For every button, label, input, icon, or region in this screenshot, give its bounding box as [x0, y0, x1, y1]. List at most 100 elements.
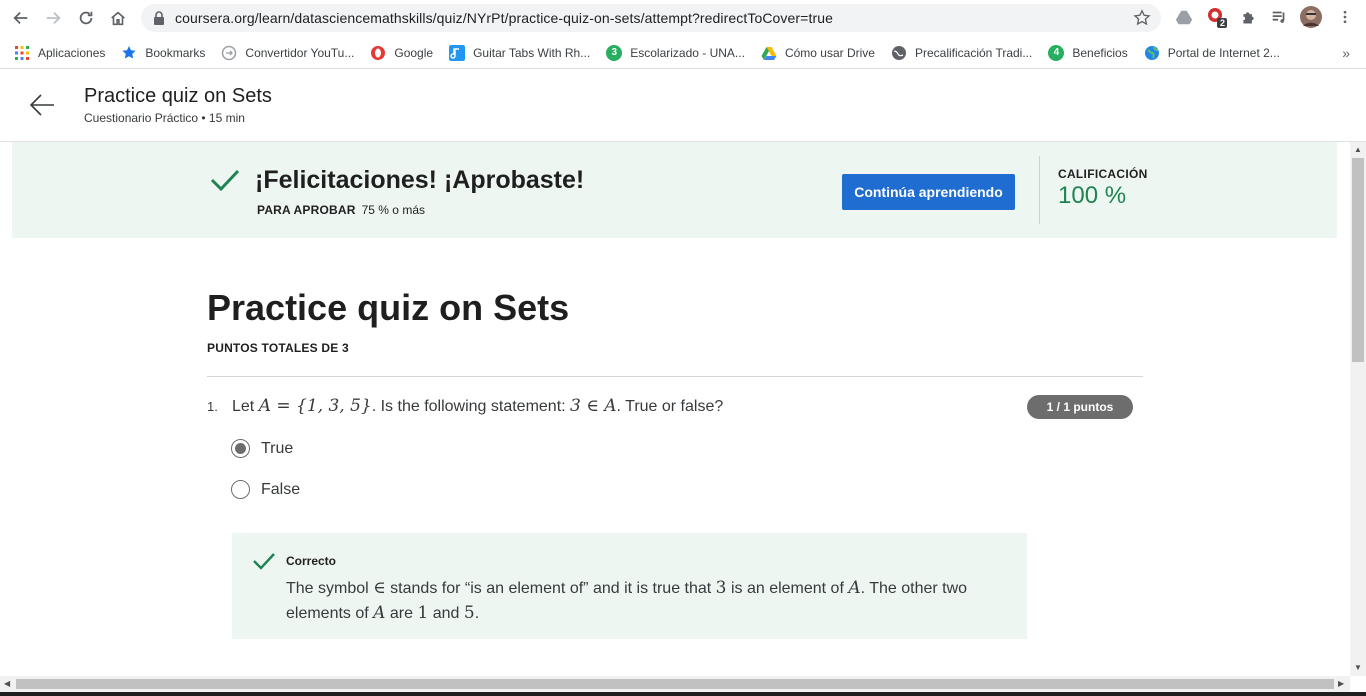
home-icon[interactable]	[102, 2, 134, 34]
question-text-part: . Is the following statement:	[371, 398, 571, 415]
bookmark-beneficios[interactable]: 4 Beneficios	[1048, 44, 1128, 61]
bookmark-label: Portal de Internet 2...	[1167, 45, 1280, 60]
star-icon	[122, 45, 136, 58]
feedback-text-part: is an element of	[726, 580, 849, 597]
bookmark-apps[interactable]: Aplicaciones	[14, 45, 105, 61]
bookmark-convertidor[interactable]: Convertidor YouTu...	[221, 45, 354, 61]
math-variable: A	[848, 578, 861, 598]
scroll-up-icon[interactable]: ▲	[1354, 145, 1362, 154]
back-icon[interactable]	[5, 2, 37, 34]
math-number: 3	[715, 578, 727, 598]
bookmark-precalificacion[interactable]: Precalificación Tradi...	[891, 45, 1032, 61]
badge-3-icon: 3	[606, 44, 623, 61]
profile-avatar[interactable]	[1300, 6, 1322, 28]
scroll-left-icon[interactable]: ◀	[4, 679, 10, 688]
taskbar-edge	[0, 692, 1366, 696]
feedback-text-part: The symbol	[286, 580, 374, 597]
option-false[interactable]: False	[231, 480, 300, 499]
option-label: False	[261, 480, 301, 498]
drive-extension-icon[interactable]	[1173, 6, 1195, 28]
media-control-icon[interactable]	[1268, 6, 1290, 28]
feedback-box: Correcto The symbol ∈ stands for “is an …	[232, 533, 1027, 639]
chrome-menu-icon[interactable]	[1334, 6, 1356, 28]
pass-requirement: PARA APROBAR 75 % o más	[257, 203, 425, 217]
extension-badge: 2	[1220, 18, 1226, 28]
scroll-right-icon[interactable]: ▶	[1338, 679, 1344, 688]
globe-icon	[891, 45, 906, 60]
bookmark-label: Beneficios	[1072, 45, 1128, 60]
earth-icon	[1144, 45, 1159, 60]
bookmarks-overflow-icon[interactable]: »	[1342, 45, 1350, 61]
horizontal-scrollbar[interactable]: ◀ ▶	[0, 676, 1350, 692]
pass-banner: ¡Felicitaciones! ¡Aprobaste! PARA APROBA…	[12, 142, 1337, 238]
vertical-scrollbar[interactable]: ▲ ▼	[1350, 142, 1366, 676]
drive-icon	[761, 46, 777, 60]
option-label: True	[261, 439, 294, 457]
item-header: Practice quiz on Sets Cuestionario Práct…	[0, 69, 1366, 142]
apps-grid-icon	[15, 45, 29, 60]
bookmark-guitar[interactable]: Guitar Tabs With Rh...	[449, 44, 591, 61]
url-host: coursera.org	[175, 10, 255, 26]
bookmark-label: Guitar Tabs With Rh...	[473, 45, 591, 60]
bookmark-label: Cómo usar Drive	[784, 45, 875, 60]
pass-value: 75 % o más	[361, 203, 425, 217]
scrollbar-thumb[interactable]	[16, 679, 1334, 689]
points-badge: 1 / 1 puntos	[1027, 395, 1133, 419]
main-content: ¡Felicitaciones! ¡Aprobaste! PARA APROBA…	[0, 142, 1350, 676]
math-number: 5	[463, 603, 475, 623]
check-icon	[253, 553, 275, 570]
feedback-title: Correcto	[286, 554, 337, 568]
bookmark-label: Escolarizado - UNA...	[630, 45, 745, 60]
bookmark-portal[interactable]: Portal de Internet 2...	[1144, 45, 1280, 61]
item-subtitle: Cuestionario Práctico • 15 min	[84, 111, 245, 125]
continue-learning-button[interactable]: Continúa aprendiendo	[842, 174, 1015, 210]
opera-icon	[371, 45, 386, 60]
puzzle-extension-icon[interactable]	[1237, 6, 1259, 28]
scrollbar-thumb[interactable]	[1352, 158, 1364, 362]
question-text: Let A = {1, 3, 5}. Is the following stat…	[232, 396, 723, 416]
feedback-text-part: stands for “is an element of” and it is …	[385, 580, 716, 597]
convert-icon	[222, 45, 237, 60]
feedback-text-part: are	[385, 605, 418, 622]
bookmark-escolarizado[interactable]: 3 Escolarizado - UNA...	[606, 44, 745, 61]
bookmark-label: Bookmarks	[145, 45, 206, 60]
bookmark-label: Google	[394, 45, 434, 60]
question-number: 1.	[207, 399, 218, 414]
pass-label: PARA APROBAR	[257, 203, 356, 217]
math-symbol: ∈	[373, 578, 386, 598]
question-text-part: . True or false?	[616, 398, 724, 415]
math-number: 1	[417, 603, 429, 623]
quiz-title: Practice quiz on Sets	[207, 287, 570, 328]
bookmark-star-icon[interactable]	[1133, 9, 1151, 27]
back-arrow-icon[interactable]	[28, 93, 56, 117]
radio-selected[interactable]	[231, 439, 250, 458]
bookmark-drive[interactable]: Cómo usar Drive	[761, 45, 875, 61]
feedback-text-part: .	[474, 605, 480, 622]
url-path: /learn/datasciencemathskills/quiz/NYrPt/…	[254, 10, 833, 26]
question-text-part: Let	[232, 398, 259, 415]
bookmark-label: Convertidor YouTu...	[245, 45, 355, 60]
math-set: A = {1, 3, 5}	[258, 396, 372, 416]
forward-icon[interactable]	[37, 2, 69, 34]
radio-unselected[interactable]	[231, 480, 250, 499]
address-bar[interactable]: coursera.org/learn/datasciencemathskills…	[141, 4, 1161, 32]
item-title: Practice quiz on Sets	[84, 85, 272, 107]
divider	[1039, 156, 1040, 224]
reload-icon[interactable]	[70, 2, 102, 34]
grade-label: CALIFICACIÓN	[1058, 167, 1148, 181]
bookmark-bookmarks[interactable]: Bookmarks	[121, 45, 205, 61]
guitar-icon	[449, 44, 466, 61]
banner-title: ¡Felicitaciones! ¡Aprobaste!	[255, 166, 585, 194]
scroll-down-icon[interactable]: ▼	[1354, 663, 1362, 672]
check-icon	[210, 169, 240, 192]
bookmark-label: Precalificación Tradi...	[914, 45, 1033, 60]
opera-extension-icon[interactable]: 2	[1206, 6, 1228, 28]
badge-4-icon: 4	[1048, 44, 1065, 61]
bookmark-google[interactable]: Google	[370, 45, 433, 61]
lock-icon	[154, 11, 164, 25]
grade-value: 100 %	[1058, 182, 1127, 209]
browser-toolbar: coursera.org/learn/datasciencemathskills…	[0, 0, 1366, 37]
math-variable: A	[373, 603, 386, 623]
option-true[interactable]: True	[231, 439, 293, 458]
bookmark-label: Aplicaciones	[38, 45, 106, 60]
